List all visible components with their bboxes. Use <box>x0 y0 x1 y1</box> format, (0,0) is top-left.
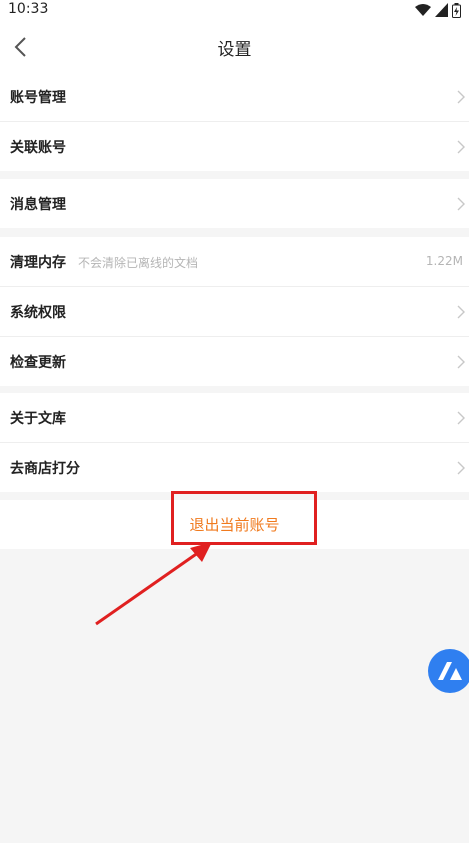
row-label: 清理内存 <box>10 255 66 271</box>
status-time: 10:33 <box>8 1 49 17</box>
chevron-right-icon <box>457 90 465 104</box>
chevron-right-icon <box>457 461 465 475</box>
settings-group-account: 账号管理 关联账号 <box>0 72 469 171</box>
battery-icon <box>452 2 461 18</box>
settings-row-about[interactable]: 关于文库 <box>0 393 469 443</box>
chevron-right-icon <box>457 355 465 369</box>
status-bar: 10:33 <box>0 0 469 20</box>
status-icons <box>415 2 461 18</box>
row-label: 检查更新 <box>10 355 66 371</box>
chevron-right-icon <box>457 411 465 425</box>
wifi-icon <box>415 4 431 16</box>
settings-row-message-management[interactable]: 消息管理 <box>0 179 469 228</box>
row-label: 关于文库 <box>10 411 66 427</box>
annotation-arrow-icon <box>95 542 212 626</box>
settings-row-rate-app[interactable]: 去商店打分 <box>0 443 469 492</box>
row-label: 消息管理 <box>10 197 66 213</box>
cache-size-value: 1.22M <box>425 254 463 268</box>
chevron-right-icon <box>457 140 465 154</box>
settings-group-system: 清理内存 不会清除已离线的文档 1.22M 系统权限 检查更新 <box>0 237 469 386</box>
chevron-right-icon <box>457 305 465 319</box>
signal-icon <box>435 3 448 17</box>
settings-group-messages: 消息管理 <box>0 179 469 228</box>
chevron-right-icon <box>457 197 465 211</box>
settings-row-account-management[interactable]: 账号管理 <box>0 72 469 122</box>
settings-row-clear-cache[interactable]: 清理内存 不会清除已离线的文档 1.22M <box>0 237 469 287</box>
row-label: 关联账号 <box>10 140 66 156</box>
row-hint: 不会清除已离线的文档 <box>78 256 199 270</box>
settings-row-system-permissions[interactable]: 系统权限 <box>0 287 469 337</box>
app-logo-icon <box>438 662 462 680</box>
page-title: 设置 <box>217 40 252 60</box>
floating-app-button[interactable] <box>428 649 469 693</box>
settings-row-check-update[interactable]: 检查更新 <box>0 337 469 386</box>
nav-bar: 设置 <box>0 20 469 73</box>
row-label: 账号管理 <box>10 90 66 106</box>
row-label: 去商店打分 <box>10 461 80 477</box>
settings-row-linked-accounts[interactable]: 关联账号 <box>0 122 469 171</box>
settings-group-about: 关于文库 去商店打分 <box>0 393 469 492</box>
row-label: 系统权限 <box>10 305 66 321</box>
